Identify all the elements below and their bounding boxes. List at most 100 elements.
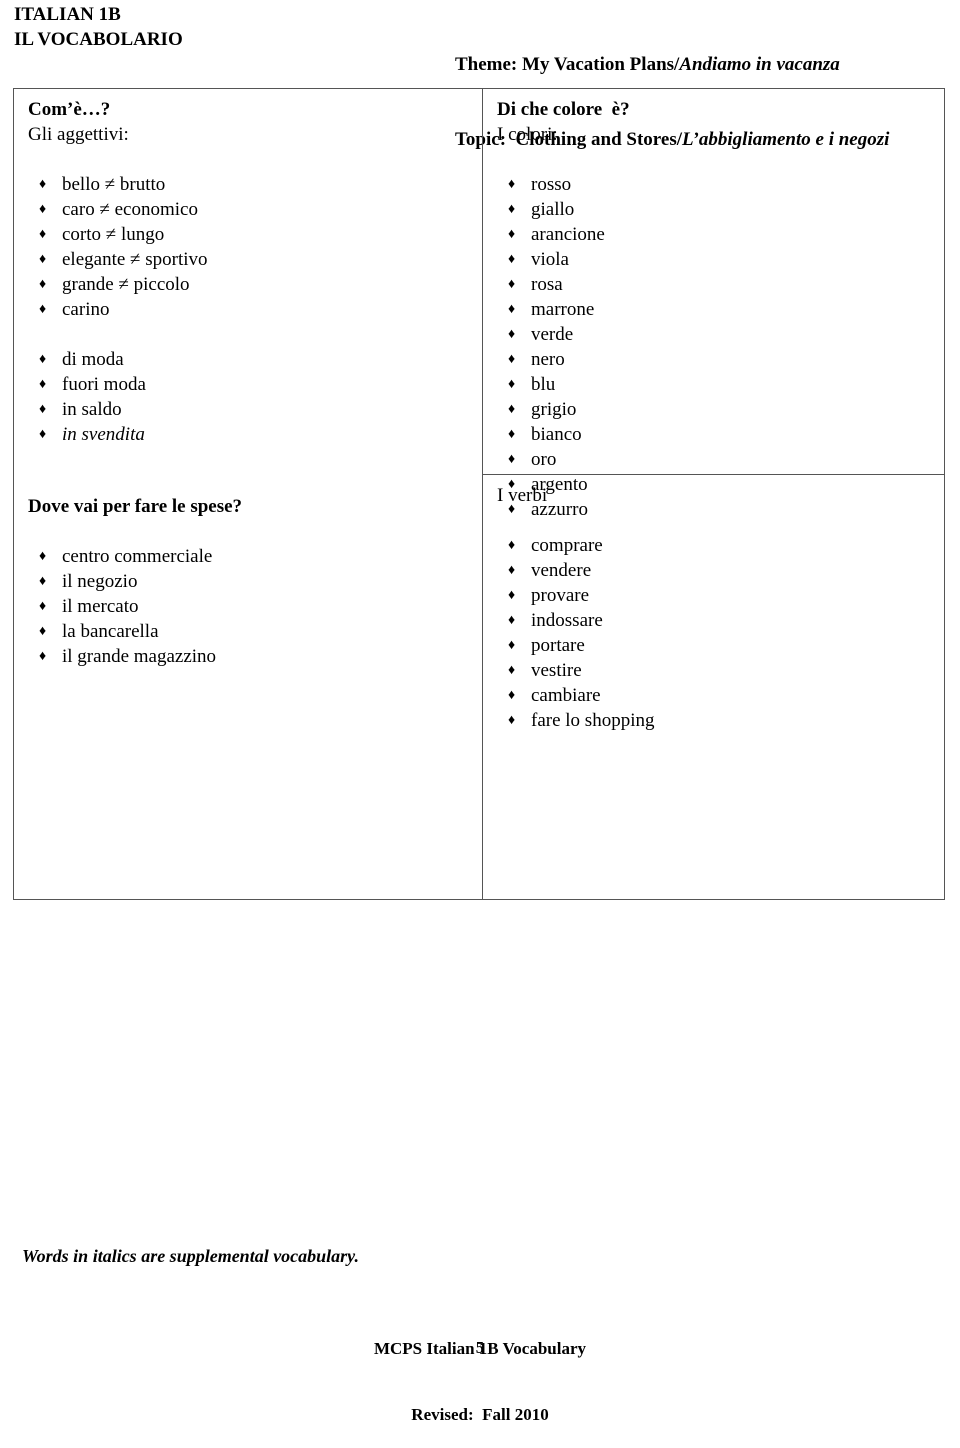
diamond-bullet-icon: ♦ (508, 202, 516, 217)
list-item-label: portare (531, 635, 585, 656)
list-item: ♦ il negozio (28, 569, 482, 594)
diamond-bullet-icon: ♦ (508, 277, 516, 292)
list-item-label: il negozio (62, 571, 138, 592)
stores-list: ♦ centro commerciale ♦ il negozio ♦ il merc… (28, 544, 482, 669)
list-item: ♦ verde (497, 322, 944, 347)
table-column-left: Com’è…? Gli aggettivi: ♦ bello ≠ brutto ♦… (14, 89, 483, 899)
diamond-bullet-icon: ♦ (39, 302, 47, 317)
list-item-label: grande ≠ piccolo (62, 274, 190, 295)
list-item: ♦ in svendita (28, 422, 482, 447)
list-item-label: blu (531, 374, 556, 395)
diamond-bullet-icon: ♦ (39, 227, 47, 242)
adjectives-and-stores-cell: Com’è…? Gli aggettivi: ♦ bello ≠ brutto ♦… (14, 89, 482, 669)
list-item: ♦ cambiare (497, 683, 944, 708)
list-item: ♦ centro commerciale (28, 544, 482, 569)
list-item-label: rosso (531, 174, 572, 195)
list-item-label: giallo (531, 199, 575, 220)
list-item-label: bello ≠ brutto (62, 174, 166, 195)
diamond-bullet-icon: ♦ (39, 649, 47, 664)
colors-cell: Di che colore è? I colori: ♦ rosso ♦ giall… (483, 89, 944, 520)
list-item: ♦ vestire (497, 658, 944, 683)
footer-revision: Revised: Fall 2010 (411, 1405, 549, 1424)
list-item-label: indossare (531, 610, 603, 631)
list-item: ♦ blu (497, 372, 944, 397)
list-item: ♦ oro (497, 447, 944, 472)
diamond-bullet-icon: ♦ (39, 402, 47, 417)
list-item: ♦ in saldo (28, 397, 482, 422)
list-item: ♦ grigio (497, 397, 944, 422)
colors-heading: Di che colore è? (497, 99, 630, 120)
list-item: ♦ corto ≠ lungo (28, 222, 482, 247)
list-item-label: rosa (531, 274, 563, 295)
stores-heading: Dove vai per fare le spese? (28, 496, 243, 517)
diamond-bullet-icon: ♦ (508, 688, 516, 703)
list-item: ♦ nero (497, 347, 944, 372)
list-item-label: caro ≠ economico (62, 199, 198, 220)
list-item: ♦ caro ≠ economico (28, 197, 482, 222)
diamond-bullet-icon: ♦ (39, 252, 47, 267)
table-column-right: Di che colore è? I colori: ♦ rosso ♦ giall… (483, 89, 944, 899)
list-item-label: marrone (531, 299, 595, 320)
colors-subheading: I colori: (497, 124, 558, 145)
verbs-content: I verbi ♦ comprare ♦ vendere ♦ provare ♦ ind… (483, 475, 944, 733)
list-item-label: elegante ≠ sportivo (62, 249, 208, 270)
list-item: ♦ carino (28, 297, 482, 322)
verbs-heading: I verbi (497, 485, 548, 506)
theme-line: Theme: My Vacation Plans/Andiamo in vaca… (455, 52, 889, 77)
verbs-cell: I verbi ♦ comprare ♦ vendere ♦ provare ♦ ind… (483, 475, 944, 899)
diamond-bullet-icon: ♦ (508, 252, 516, 267)
list-item: ♦ portare (497, 633, 944, 658)
document-footer: MCPS Italian 1B Vocabulary Revised: Fall… (0, 1294, 960, 1448)
adjectives-list-group-2: ♦ di moda ♦ fuori moda ♦ in saldo ♦ in svend… (28, 347, 482, 447)
diamond-bullet-icon: ♦ (39, 549, 47, 564)
header-left-block: ITALIAN 1B IL VOCABOLARIO (14, 2, 183, 52)
list-item: ♦ il mercato (28, 594, 482, 619)
diamond-bullet-icon: ♦ (508, 402, 516, 417)
list-item-label: provare (531, 585, 590, 606)
list-item: ♦ elegante ≠ sportivo (28, 247, 482, 272)
list-item-label: verde (531, 324, 574, 345)
adjectives-subheading: Gli aggettivi: (28, 124, 129, 145)
theme-label: Theme: My Vacation Plans/ (455, 54, 680, 75)
list-item-label: cambiare (531, 685, 601, 706)
list-item-label: il grande magazzino (62, 646, 217, 667)
list-item-label: di moda (62, 349, 124, 370)
list-item: ♦ marrone (497, 297, 944, 322)
diamond-bullet-icon: ♦ (508, 613, 516, 628)
diamond-bullet-icon: ♦ (39, 177, 47, 192)
list-item: ♦ il grande magazzino (28, 644, 482, 669)
list-item: ♦ arancione (497, 222, 944, 247)
list-item-label: in svendita (62, 424, 145, 445)
list-item-label: arancione (531, 224, 605, 245)
diamond-bullet-icon: ♦ (508, 563, 516, 578)
list-item-label: centro commerciale (62, 546, 213, 567)
list-item-label: grigio (531, 399, 577, 420)
list-item: ♦ rosso (497, 172, 944, 197)
list-item: ♦ di moda (28, 347, 482, 372)
vocabulary-table: Com’è…? Gli aggettivi: ♦ bello ≠ brutto ♦… (13, 88, 945, 900)
diamond-bullet-icon: ♦ (39, 574, 47, 589)
list-item-label: oro (531, 449, 557, 470)
list-item-label: corto ≠ lungo (62, 224, 165, 245)
diamond-bullet-icon: ♦ (39, 352, 47, 367)
list-item: ♦ vendere (497, 558, 944, 583)
section-title: IL VOCABOLARIO (14, 29, 183, 50)
list-item: ♦ bello ≠ brutto (28, 172, 482, 197)
verbs-list: ♦ comprare ♦ vendere ♦ provare ♦ indossare ♦… (497, 533, 944, 733)
list-item-label: bianco (531, 424, 582, 445)
list-item-label: il mercato (62, 596, 139, 617)
theme-italic: Andiamo in vacanza (679, 54, 840, 75)
list-item-label: fuori moda (62, 374, 146, 395)
diamond-bullet-icon: ♦ (508, 327, 516, 342)
diamond-bullet-icon: ♦ (39, 624, 47, 639)
diamond-bullet-icon: ♦ (508, 538, 516, 553)
list-item: ♦ fare lo shopping (497, 708, 944, 733)
list-item: ♦ giallo (497, 197, 944, 222)
diamond-bullet-icon: ♦ (508, 663, 516, 678)
diamond-bullet-icon: ♦ (508, 713, 516, 728)
